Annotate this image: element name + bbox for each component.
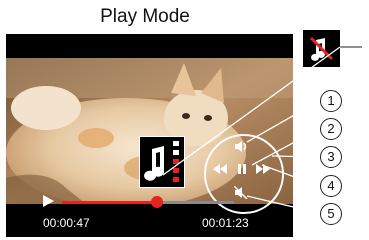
- callout-4: 4: [320, 175, 342, 197]
- callout-1: 1: [320, 90, 342, 112]
- callout-5: 5: [320, 203, 342, 225]
- callout-lines: [162, 46, 362, 214]
- callout-2: 2: [320, 118, 342, 140]
- callout-3: 3: [320, 146, 342, 168]
